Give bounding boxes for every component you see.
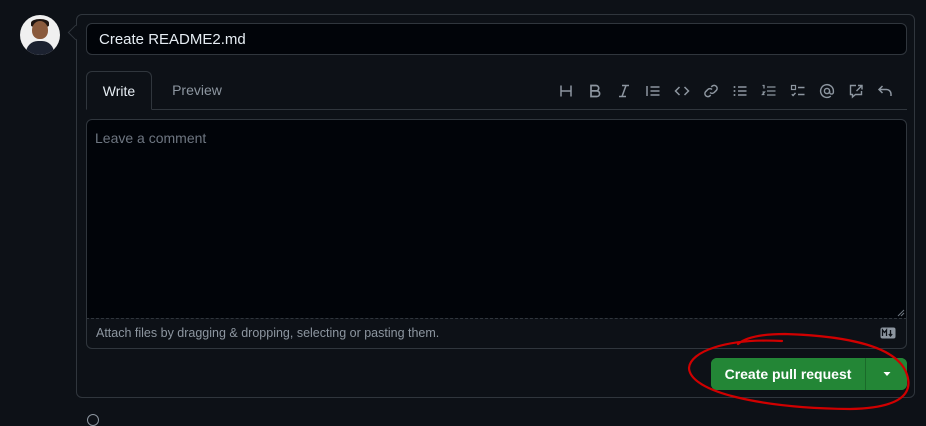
heading-icon[interactable]: [555, 80, 577, 102]
triangle-down-icon: [883, 372, 890, 376]
undo-icon[interactable]: [874, 80, 896, 102]
italic-icon[interactable]: [613, 80, 635, 102]
create-pr-button-group: Create pull request: [711, 358, 907, 390]
quote-icon[interactable]: [642, 80, 664, 102]
resize-grip-icon[interactable]: [897, 309, 905, 317]
unordered-list-icon[interactable]: [729, 80, 751, 102]
file-attachment-bar[interactable]: Attach files by dragging & dropping, sel…: [86, 318, 907, 349]
tab-preview[interactable]: Preview: [160, 71, 234, 110]
pr-type-dropdown-button[interactable]: [866, 358, 907, 390]
tab-divider: [86, 109, 907, 110]
task-list-icon[interactable]: [787, 80, 809, 102]
bold-icon[interactable]: [584, 80, 606, 102]
code-icon[interactable]: [671, 80, 693, 102]
avatar-shirt: [26, 41, 54, 55]
avatar-face: [32, 21, 48, 39]
reference-icon[interactable]: [845, 80, 867, 102]
markdown-toolbar: [555, 80, 896, 102]
mention-icon[interactable]: [816, 80, 838, 102]
tab-write[interactable]: Write: [86, 71, 152, 110]
pr-title-input[interactable]: [86, 23, 907, 55]
create-pull-request-button[interactable]: Create pull request: [711, 358, 865, 390]
link-icon[interactable]: [700, 80, 722, 102]
comment-textarea[interactable]: [86, 119, 907, 319]
attach-hint-text: Attach files by dragging & dropping, sel…: [96, 326, 440, 340]
avatar[interactable]: [20, 15, 60, 55]
next-item-icon: [87, 414, 99, 426]
markdown-icon[interactable]: [880, 327, 896, 339]
ordered-list-icon[interactable]: [758, 80, 780, 102]
